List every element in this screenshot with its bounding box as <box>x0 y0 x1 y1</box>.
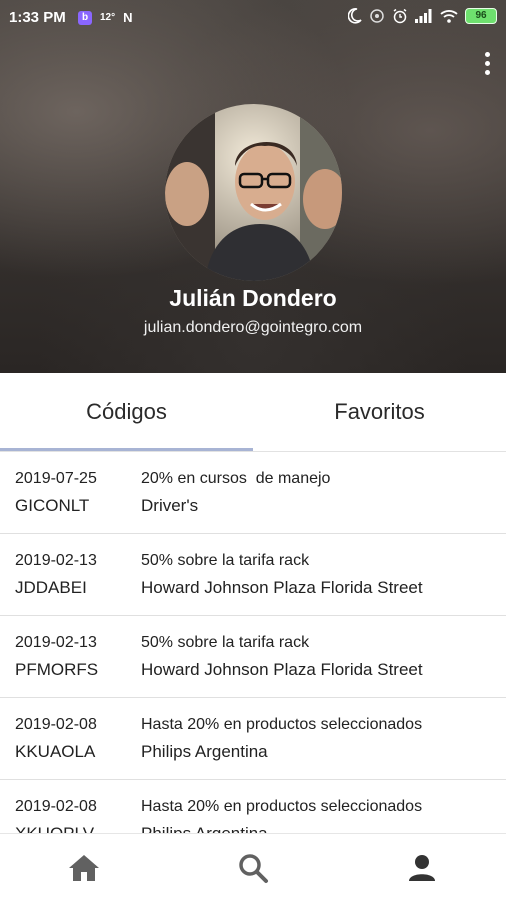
tab-favoritos[interactable]: Favoritos <box>253 373 506 451</box>
status-notifications: b 12° N <box>78 10 133 25</box>
hotspot-icon <box>370 9 384 23</box>
avatar-photo <box>165 104 342 281</box>
status-bar: 1:33 PM b 12° N 96 <box>0 0 506 36</box>
alarm-icon <box>393 8 407 24</box>
list-item[interactable]: 2019-02-13 JDDABEI 50% sobre la tarifa r… <box>0 534 506 616</box>
item-code: PFMORFS <box>15 660 99 679</box>
item-code: KKUAOLA <box>15 742 96 761</box>
item-store: Philips Argentina <box>141 824 268 833</box>
profile-name: Julián Dondero <box>169 285 337 311</box>
app-notification-icon: b <box>78 10 92 25</box>
item-date: 2019-02-13 <box>15 634 97 651</box>
list-item[interactable]: 2019-02-08 XKUQPLV Hasta 20% en producto… <box>0 780 506 833</box>
active-tab-indicator <box>0 448 253 451</box>
list-item[interactable]: 2019-02-08 KKUAOLA Hasta 20% en producto… <box>0 698 506 780</box>
item-store: Howard Johnson Plaza Florida Street <box>141 578 423 597</box>
more-dot-icon <box>484 51 490 57</box>
bottom-navigation <box>0 833 506 901</box>
search-icon <box>239 853 268 883</box>
status-system-icons: 96 <box>348 8 497 24</box>
item-code: JDDABEI <box>15 578 87 597</box>
item-date: 2019-02-08 <box>15 716 97 733</box>
tab-codigos[interactable]: Códigos <box>0 373 253 451</box>
item-description: Hasta 20% en productos seleccionados <box>141 798 423 815</box>
list-item[interactable]: 2019-02-13 PFMORFS 50% sobre la tarifa r… <box>0 616 506 698</box>
codes-list[interactable]: 2019-07-25 GICONLT 20% en cursos de mane… <box>0 452 506 833</box>
item-store: Philips Argentina <box>141 742 268 761</box>
nav-search-button[interactable] <box>169 834 337 901</box>
nav-profile-button[interactable] <box>338 834 506 901</box>
status-time: 1:33 PM <box>9 9 66 26</box>
item-store: Driver's <box>141 496 199 515</box>
n-icon: N <box>123 10 133 25</box>
battery-icon: 96 <box>465 8 497 24</box>
profile-header: 1:33 PM b 12° N 96 Julián Dondero julian… <box>0 0 506 373</box>
more-dot-icon <box>484 69 490 75</box>
item-description: 20% en cursos de manejo <box>141 470 331 487</box>
item-code: XKUQPLV <box>15 824 94 833</box>
item-description: 50% sobre la tarifa rack <box>141 634 310 651</box>
nav-home-button[interactable] <box>0 834 168 901</box>
wifi-icon <box>440 10 458 23</box>
item-date: 2019-02-13 <box>15 552 97 569</box>
item-date: 2019-07-25 <box>15 470 97 487</box>
item-code: GICONLT <box>15 496 90 515</box>
avatar[interactable] <box>165 104 342 281</box>
tab-bar: Códigos Favoritos <box>0 373 506 452</box>
item-store: Howard Johnson Plaza Florida Street <box>141 660 423 679</box>
list-item[interactable]: 2019-07-25 GICONLT 20% en cursos de mane… <box>0 452 506 534</box>
home-icon <box>69 854 99 881</box>
moon-icon <box>348 8 362 24</box>
more-options-button[interactable] <box>474 46 500 80</box>
profile-icon <box>409 854 435 881</box>
more-dot-icon <box>484 60 490 66</box>
item-description: 50% sobre la tarifa rack <box>141 552 310 569</box>
item-description: Hasta 20% en productos seleccionados <box>141 716 423 733</box>
signal-icon <box>415 9 432 23</box>
weather-temperature: 12° <box>100 12 116 23</box>
item-date: 2019-02-08 <box>15 798 97 815</box>
profile-email: julian.dondero@gointegro.com <box>143 319 363 336</box>
